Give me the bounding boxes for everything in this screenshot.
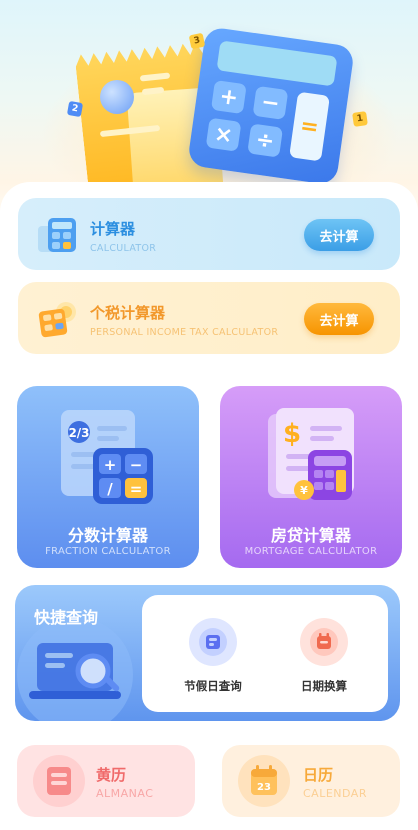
equals-key: =: [289, 91, 330, 162]
fraction-label: 2/3: [68, 426, 89, 440]
calculator-illustration: + − × ÷ =: [186, 26, 356, 186]
date-conversion-icon: [310, 628, 338, 656]
calendar-title: 日历: [303, 766, 334, 784]
divide-key: ÷: [247, 123, 284, 158]
fraction-slash-key: /: [107, 480, 113, 498]
tax-calculator-subtitle: PERSONAL INCOME TAX CALCULATOR: [90, 327, 279, 338]
calculator-title: 计算器: [90, 220, 136, 238]
calculator-go-button[interactable]: 去计算: [304, 219, 374, 251]
calculator-subtitle: CALCULATOR: [90, 243, 157, 254]
mortgage-calculator-subtitle: MORTGAGE CALCULATOR: [244, 546, 378, 557]
calendar-subtitle: CALENDAR: [303, 787, 367, 800]
dollar-sign: $: [283, 419, 301, 449]
cube-1: 1: [352, 111, 368, 127]
date-conversion-button[interactable]: [300, 618, 348, 666]
tax-calculator-card[interactable]: 个税计算器 PERSONAL INCOME TAX CALCULATOR 去计算: [18, 282, 400, 354]
fraction-plus-key: +: [104, 456, 117, 474]
fraction-equals-key: =: [130, 480, 143, 498]
almanac-subtitle: ALMANAC: [96, 787, 154, 800]
fraction-calculator-subtitle: FRACTION CALCULATOR: [45, 546, 171, 557]
holiday-query-button[interactable]: [189, 618, 237, 666]
plus-key: +: [210, 79, 247, 115]
quick-query-title: 快捷查询: [34, 608, 99, 627]
mortgage-calculator-title: 房贷计算器: [270, 526, 351, 545]
date-conversion-label[interactable]: 日期换算: [274, 678, 374, 694]
calculator-icon: [38, 218, 76, 252]
calendar-day: 23: [257, 782, 271, 793]
almanac-icon: [33, 755, 85, 807]
fraction-calculator-title: 分数计算器: [67, 526, 148, 545]
hero-banner: + − × ÷ = 3 2 1: [0, 0, 418, 195]
tax-calculator-icon: [38, 302, 76, 338]
cube-3: 3: [188, 32, 206, 50]
minus-key: −: [252, 85, 289, 120]
coin-icon: [100, 80, 134, 114]
almanac-title: 黄历: [96, 766, 127, 784]
tax-calculator-title: 个税计算器: [90, 304, 166, 322]
tax-go-button[interactable]: 去计算: [304, 303, 374, 335]
yen-sign: ¥: [300, 484, 308, 497]
holiday-icon: [199, 628, 227, 656]
holiday-query-label[interactable]: 节假日查询: [163, 678, 263, 694]
fraction-minus-key: −: [130, 456, 143, 474]
calculator-screen: [216, 40, 338, 87]
calculator-card[interactable]: 计算器 CALCULATOR 去计算: [18, 198, 400, 270]
quick-query-panel: [142, 595, 388, 712]
times-key: ×: [205, 117, 242, 152]
cube-2: 2: [66, 100, 84, 118]
calendar-icon: 23: [238, 755, 290, 807]
